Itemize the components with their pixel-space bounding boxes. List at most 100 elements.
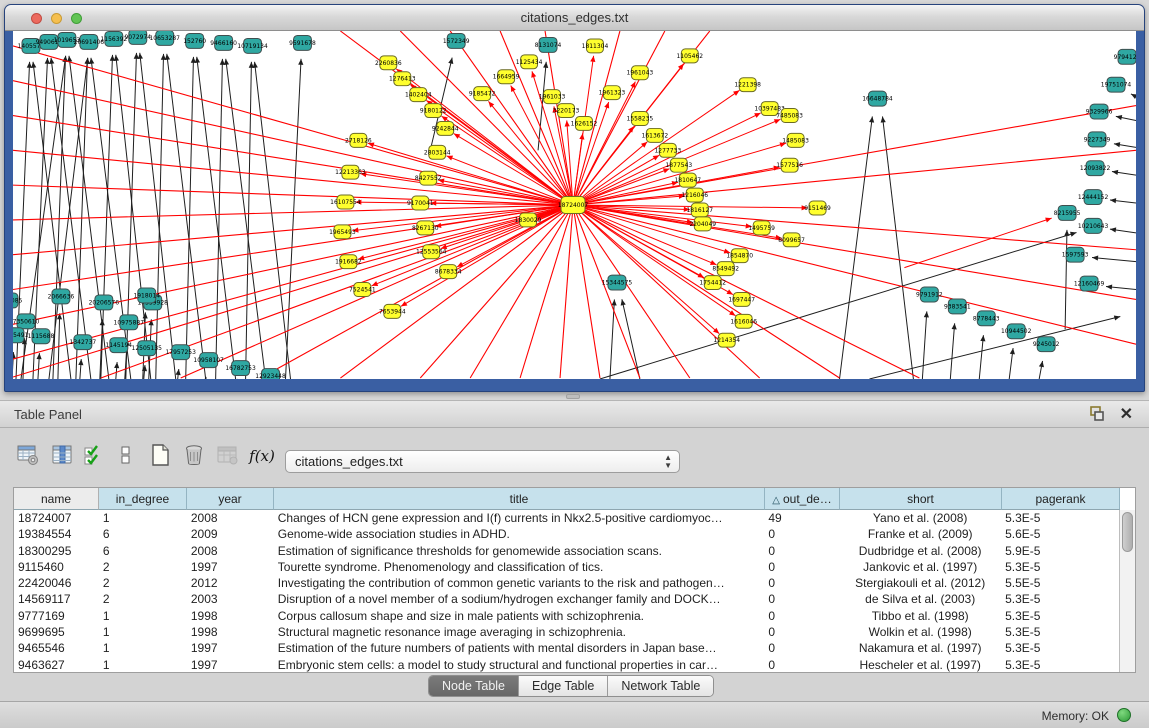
delete-column-icon[interactable] bbox=[180, 442, 208, 470]
table-cell: Corpus callosum shape and size in male p… bbox=[274, 608, 765, 624]
graph-node-label: 12444152 bbox=[1078, 194, 1109, 201]
graph-node-label: 1221398 bbox=[734, 82, 761, 89]
graph-node-label: 9794127 bbox=[1114, 54, 1136, 61]
graph-node-label: 1402404 bbox=[405, 92, 432, 99]
graph-node-label: 1830029 bbox=[515, 217, 542, 224]
graph-node-label: 10397483 bbox=[754, 106, 785, 113]
graph-node-label: 9242844 bbox=[432, 125, 459, 132]
column-header-short[interactable]: short bbox=[840, 488, 1002, 510]
table-cell: 5.3E-5 bbox=[1001, 608, 1119, 624]
graph-node-label: 1495759 bbox=[748, 225, 775, 232]
table-cell: Jankovic et al. (1997) bbox=[839, 559, 1001, 575]
graph-node-label: 1810647 bbox=[674, 177, 701, 184]
tab-edge-table[interactable]: Edge Table bbox=[519, 676, 608, 696]
graph-node-label: 1558235 bbox=[627, 115, 654, 122]
table-cell: 2003 bbox=[187, 591, 274, 607]
table-row[interactable]: 969969511998Structural magnetic resonanc… bbox=[14, 624, 1119, 640]
graph-node-label: 9466160 bbox=[210, 40, 237, 47]
column-header-out_de[interactable]: △out_de… bbox=[765, 488, 840, 510]
table-cell: 5.3E-5 bbox=[1001, 624, 1119, 640]
dropdown-stepper-icon: ▲▼ bbox=[664, 454, 672, 470]
column-header-name[interactable]: name bbox=[14, 488, 99, 510]
table-cell: 0 bbox=[764, 608, 839, 624]
graph-node-label: 9329966 bbox=[1086, 109, 1113, 116]
table-selector-dropdown[interactable]: citations_edges.txt ▲▼ bbox=[285, 450, 680, 473]
table-cell: 5.9E-5 bbox=[1001, 543, 1119, 559]
table-cell: 5.5E-5 bbox=[1001, 575, 1119, 591]
function-builder-icon[interactable]: f(x) bbox=[248, 442, 276, 470]
table-cell: 49 bbox=[764, 510, 839, 526]
graph-node-label: 1664959 bbox=[493, 74, 520, 81]
table-cell: 0 bbox=[764, 543, 839, 559]
table-cell: Embryonic stem cells: a model to study s… bbox=[274, 657, 765, 672]
graph-node-label: 10719134 bbox=[237, 43, 268, 50]
graph-node-label: 3220173 bbox=[553, 108, 580, 115]
table-row[interactable]: 911546021997Tourette syndrome. Phenomeno… bbox=[14, 559, 1119, 575]
show-columns-icon[interactable] bbox=[48, 442, 76, 470]
graph-node-label: 1697447 bbox=[728, 296, 755, 303]
table-cell: Tibbo et al. (1998) bbox=[839, 608, 1001, 624]
table-row[interactable]: 946362711997Embryonic stem cells: a mode… bbox=[14, 657, 1119, 672]
network-canvas[interactable]: 1405572949061910196532069140611563929072… bbox=[13, 31, 1136, 379]
graph-node-label: 1811304 bbox=[582, 43, 609, 50]
table-cell: 6 bbox=[99, 526, 187, 542]
table-header-row: namein_degreeyeartitle△out_de…shortpager… bbox=[14, 488, 1135, 510]
table-row[interactable]: 1938455462009Genome-wide association stu… bbox=[14, 526, 1119, 542]
graph-node-label: 10944502 bbox=[1001, 328, 1032, 335]
table-scrollbar[interactable] bbox=[1119, 510, 1135, 672]
select-columns-icon[interactable] bbox=[80, 442, 108, 470]
window-title: citations_edges.txt bbox=[5, 10, 1144, 25]
graph-node-label: 1916682 bbox=[335, 259, 362, 266]
graph-node-label: 1961323 bbox=[599, 90, 626, 97]
table-row[interactable]: 1456911722003Disruption of a novel membe… bbox=[14, 591, 1119, 607]
row-selection-icon[interactable] bbox=[112, 442, 140, 470]
splitter-grip[interactable] bbox=[566, 394, 580, 399]
table-row[interactable]: 1872400712008Changes of HCN gene express… bbox=[14, 510, 1119, 526]
graph-node-label: 1961033 bbox=[539, 94, 566, 101]
graph-node-label: 9245012 bbox=[1033, 341, 1060, 348]
table-cell: Wolkin et al. (1998) bbox=[839, 624, 1001, 640]
table-cell: 2012 bbox=[187, 575, 274, 591]
graph-node-label: 1214354 bbox=[713, 337, 740, 344]
scrollbar-thumb[interactable] bbox=[1122, 512, 1133, 552]
graph-node-label: 12093822 bbox=[1080, 165, 1111, 172]
graph-node-label: 1616046 bbox=[730, 318, 757, 325]
table-cell: Hescheler et al. (1997) bbox=[839, 657, 1001, 672]
graph-node-label: 2516085 bbox=[13, 297, 23, 304]
column-header-pagerank[interactable]: pagerank bbox=[1002, 488, 1120, 510]
delete-table-icon[interactable] bbox=[214, 442, 242, 470]
table-mode-icon[interactable] bbox=[14, 442, 42, 470]
create-column-icon[interactable] bbox=[146, 442, 174, 470]
graph-node-label: 18724007 bbox=[558, 202, 589, 209]
graph-node-label: 10210643 bbox=[1078, 223, 1109, 230]
close-icon[interactable]: ✕ bbox=[1120, 404, 1133, 424]
graph-node-label: 7350610 bbox=[13, 318, 39, 325]
graph-node-label: 1877543 bbox=[665, 162, 692, 169]
window-titlebar[interactable]: citations_edges.txt bbox=[5, 5, 1144, 31]
tab-node-table[interactable]: Node Table bbox=[429, 676, 519, 696]
table-row[interactable]: 977716911998Corpus callosum shape and si… bbox=[14, 608, 1119, 624]
table-row[interactable]: 1830029562008Estimation of significance … bbox=[14, 543, 1119, 559]
table-cell: 2 bbox=[99, 575, 187, 591]
table-row[interactable]: 2242004622012Investigating the contribut… bbox=[14, 575, 1119, 591]
node-table: namein_degreeyeartitle△out_de…shortpager… bbox=[13, 487, 1136, 673]
graph-node-label: 19751074 bbox=[1101, 82, 1132, 89]
citation-graph[interactable]: 1405572949061910196532069140611563929072… bbox=[13, 31, 1136, 379]
table-cell: Yano et al. (2008) bbox=[839, 510, 1001, 526]
graph-node-label: 1965493 bbox=[329, 229, 356, 236]
column-header-title[interactable]: title bbox=[274, 488, 765, 510]
table-cell: 2008 bbox=[187, 543, 274, 559]
tab-network-table[interactable]: Network Table bbox=[608, 676, 713, 696]
column-header-year[interactable]: year bbox=[187, 488, 274, 510]
graph-node-label: 1277733 bbox=[655, 147, 682, 154]
table-row[interactable]: 946554611997Estimation of the future num… bbox=[14, 640, 1119, 656]
graph-node-label: 9072974 bbox=[124, 34, 151, 41]
column-header-in_degree[interactable]: in_degree bbox=[99, 488, 187, 510]
table-cell: 1 bbox=[99, 657, 187, 672]
table-cell: 0 bbox=[764, 559, 839, 575]
float-panel-icon[interactable] bbox=[1087, 406, 1105, 422]
graph-node-label: 1216046 bbox=[681, 192, 708, 199]
memory-status-icon[interactable] bbox=[1117, 708, 1131, 722]
graph-node-label: 1754412 bbox=[699, 280, 726, 287]
table-toolbar: f(x) citations_edges.txt ▲▼ bbox=[0, 428, 1149, 480]
